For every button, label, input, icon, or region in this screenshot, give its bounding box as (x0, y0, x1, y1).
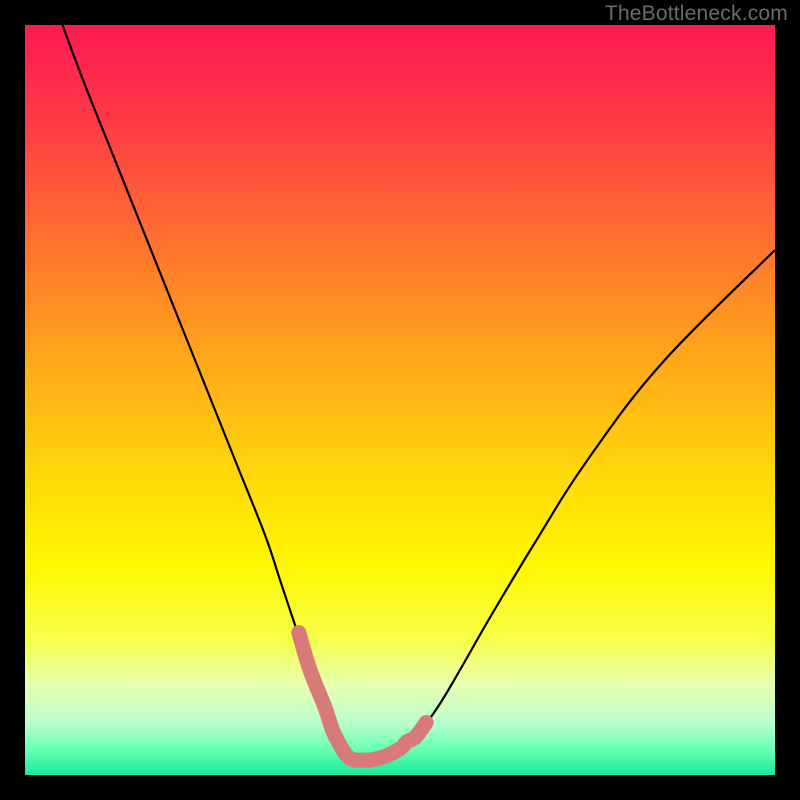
bottleneck-curve (63, 25, 776, 760)
plot-area (25, 25, 775, 775)
chart-frame: TheBottleneck.com (0, 0, 800, 800)
watermark-text: TheBottleneck.com (605, 2, 788, 26)
curve-highlight (299, 633, 427, 761)
curve-layer (25, 25, 775, 775)
